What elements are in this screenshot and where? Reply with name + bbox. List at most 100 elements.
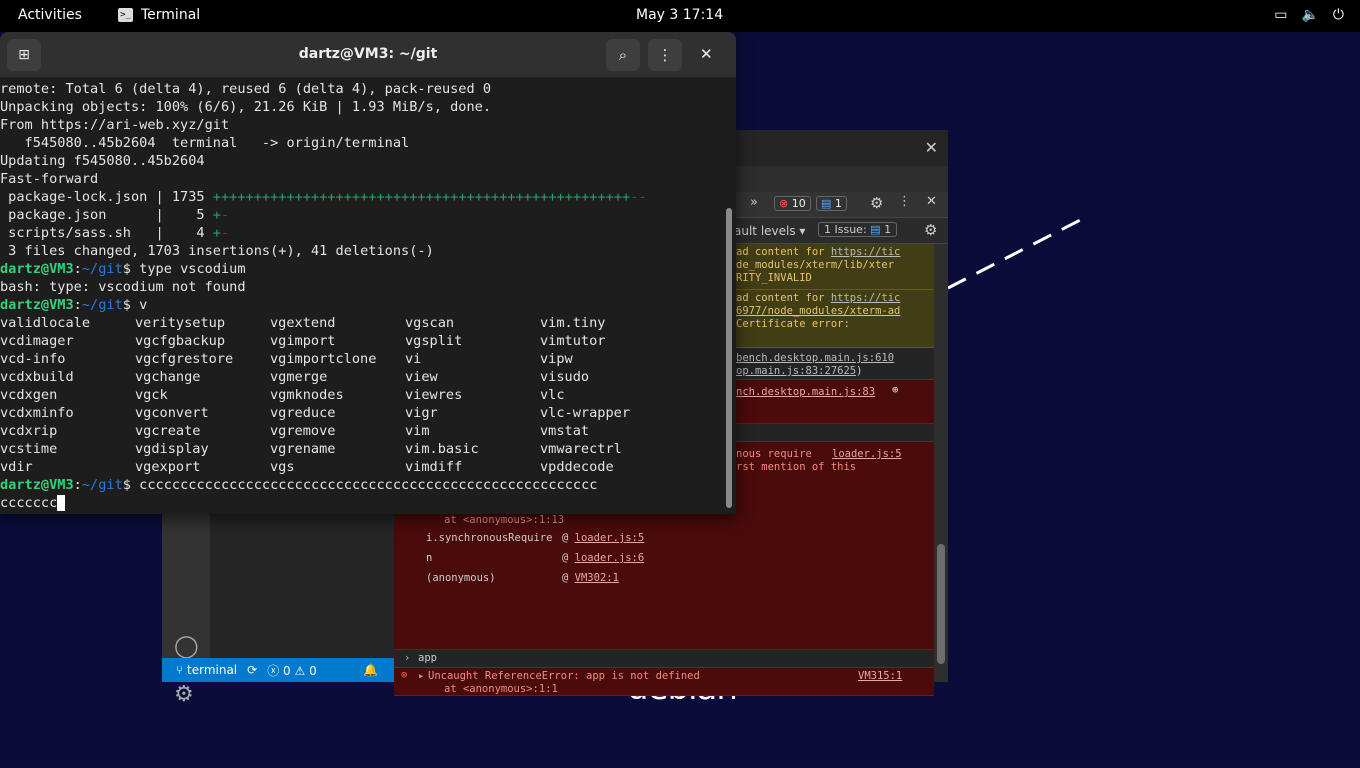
app-menu-button[interactable]: >_ Terminal <box>118 7 200 23</box>
close-icon[interactable]: ✕ <box>700 45 713 63</box>
issues-button[interactable]: 1 Issue: ▤ 1 <box>818 222 898 237</box>
vscode-statusbar: ⑂ terminal ⟳ ⓧ 0 ⚠ 0 🔔 <box>162 658 394 682</box>
completion-item: vgck <box>135 387 168 403</box>
completion-item: vim <box>405 423 430 439</box>
completion-item: vpddecode <box>540 459 614 475</box>
sync-icon[interactable]: ⟳ <box>247 663 257 677</box>
completion-item: vcdxminfo <box>0 405 74 421</box>
completion-item: vigr <box>405 405 438 421</box>
terminal-scrollbar[interactable] <box>724 80 734 514</box>
completion-item: vcdxrip <box>0 423 58 439</box>
completion-row: vcdxrip vgcreate vgremove vim vmstat <box>0 422 722 440</box>
problems-indicator[interactable]: ⓧ 0 ⚠ 0 <box>267 662 317 679</box>
completion-item: veritysetup <box>135 315 226 331</box>
system-tray[interactable]: ▭ 🔈 ⏻ <box>1274 7 1344 23</box>
top-bar: Activities >_ Terminal May 3 17:14 ▭ 🔈 ⏻ <box>0 0 1360 32</box>
completion-row: validlocale veritysetup vgextend vgscan vim.… <box>0 314 722 332</box>
account-icon[interactable]: ◯ <box>174 634 199 659</box>
info-icon[interactable]: ⊕ <box>892 384 898 396</box>
console-scrollbar[interactable] <box>934 244 948 682</box>
completion-item: vgmerge <box>270 369 328 385</box>
clock[interactable]: May 3 17:14 <box>636 7 723 23</box>
completion-row: vcdxminfo vgconvert vgreduce vigr vlc-wrappe… <box>0 404 722 422</box>
completion-item: vgs <box>270 459 295 475</box>
completion-item: vmstat <box>540 423 590 439</box>
source-link[interactable]: nch.desktop.main.js:83 <box>736 386 875 398</box>
settings-gear-icon[interactable]: ⚙ <box>174 682 194 707</box>
completion-row: vcdxgen vgck vgmknodes viewres vlc <box>0 386 722 404</box>
completion-item: view <box>405 369 438 385</box>
terminal-output[interactable]: remote: Total 6 (delta 4), reused 6 (del… <box>0 80 722 514</box>
devtools-close-icon[interactable]: ✕ <box>926 194 937 209</box>
log-levels-dropdown[interactable]: ault levels ▾ <box>734 224 805 238</box>
completion-item: vgcreate <box>135 423 201 439</box>
completion-item: vgreduce <box>270 405 336 421</box>
branch-indicator[interactable]: ⑂ terminal <box>176 663 237 677</box>
console-link[interactable]: https://tic <box>831 292 901 304</box>
source-link[interactable]: loader.js:5 <box>575 532 645 544</box>
completion-item: vi <box>405 351 422 367</box>
expand-triangle-icon[interactable]: ▸ <box>418 670 424 682</box>
completion-item: vim.basic <box>405 441 479 457</box>
completion-item: vimdiff <box>405 459 463 475</box>
completion-item: vgcfgbackup <box>135 333 226 349</box>
completion-item: validlocale <box>0 315 91 331</box>
completion-item: vlc-wrapper <box>540 405 631 421</box>
console-settings-icon[interactable]: ⚙ <box>924 221 937 239</box>
devtools-menu-icon[interactable]: ⋮ <box>898 194 911 209</box>
volume-icon[interactable]: 🔈 <box>1301 7 1318 23</box>
menu-icon[interactable]: ⋮ <box>648 39 682 71</box>
completion-row: vcdimager vgcfgbackup vgimport vgsplit vimtu… <box>0 332 722 350</box>
completion-item: vgimportclone <box>270 351 377 367</box>
more-tabs-icon[interactable]: » <box>750 195 758 210</box>
completion-item: vlc <box>540 387 565 403</box>
completion-item: vcd-info <box>0 351 66 367</box>
completion-item: vcdxgen <box>0 387 58 403</box>
console-input-echo: › app <box>394 650 934 668</box>
source-link[interactable]: VM302:1 <box>575 572 619 584</box>
close-icon[interactable]: ✕ <box>925 138 938 157</box>
completion-item: vcdimager <box>0 333 74 349</box>
completion-item: vcstime <box>0 441 58 457</box>
error-count-badge[interactable]: ⊗ 10 <box>774 196 811 211</box>
completion-row: vdir vgexport vgs vimdiff vpddecode <box>0 458 722 476</box>
completion-item: vgconvert <box>135 405 209 421</box>
completion-item: vgchange <box>135 369 201 385</box>
source-link[interactable]: op.main.js:83:27625 <box>736 365 856 377</box>
screen-icon[interactable]: ▭ <box>1274 7 1287 23</box>
completion-row: vcstime vgdisplay vgrename vim.basic vmwarec… <box>0 440 722 458</box>
completion-item: viewres <box>405 387 463 403</box>
message-count-badge[interactable]: ▤ 1 <box>816 196 847 211</box>
completion-item: vdir <box>0 459 33 475</box>
console-link[interactable]: https://tic <box>831 246 901 258</box>
completion-item: vcdxbuild <box>0 369 74 385</box>
prompt-line: dartz@VM3:~/git$ v <box>0 297 148 313</box>
completion-item: vgsplit <box>405 333 463 349</box>
completion-item: vgscan <box>405 315 455 331</box>
terminal-icon: >_ <box>118 8 133 22</box>
completion-row: vcd-info vgcfgrestore vgimportclone vi vipw <box>0 350 722 368</box>
source-link[interactable]: bench.desktop.main.js:610 <box>736 352 894 364</box>
console-error: ⊗ ▸ Uncaught ReferenceError: app is not … <box>394 668 934 696</box>
completion-item: vgcfgrestore <box>135 351 234 367</box>
source-link[interactable]: loader.js:5 <box>832 448 902 460</box>
error-icon: ⊗ <box>401 669 408 681</box>
completion-item: vim.tiny <box>540 315 606 331</box>
app-name: Terminal <box>141 7 201 23</box>
activities-button[interactable]: Activities <box>18 7 82 23</box>
devtools-settings-icon[interactable]: ⚙ <box>870 194 883 212</box>
text-cursor <box>57 495 66 511</box>
completion-list: validlocale veritysetup vgextend vgscan vim.… <box>0 314 722 476</box>
completion-item: vgdisplay <box>135 441 209 457</box>
completion-item: vgrename <box>270 441 336 457</box>
prompt-line: dartz@VM3:~/git$ type vscodium <box>0 261 246 277</box>
search-icon[interactable]: ⌕ <box>606 39 640 71</box>
completion-item: vimtutor <box>540 333 606 349</box>
source-link[interactable]: VM315:1 <box>858 670 902 682</box>
completion-item: vgexport <box>135 459 201 475</box>
power-icon[interactable]: ⏻ <box>1333 7 1344 23</box>
completion-item: vgremove <box>270 423 336 439</box>
source-link[interactable]: loader.js:6 <box>575 552 645 564</box>
bell-icon[interactable]: 🔔 <box>363 663 378 677</box>
terminal-headerbar: ⊞ dartz@VM3: ~/git ⌕ ⋮ ✕ <box>0 32 736 78</box>
